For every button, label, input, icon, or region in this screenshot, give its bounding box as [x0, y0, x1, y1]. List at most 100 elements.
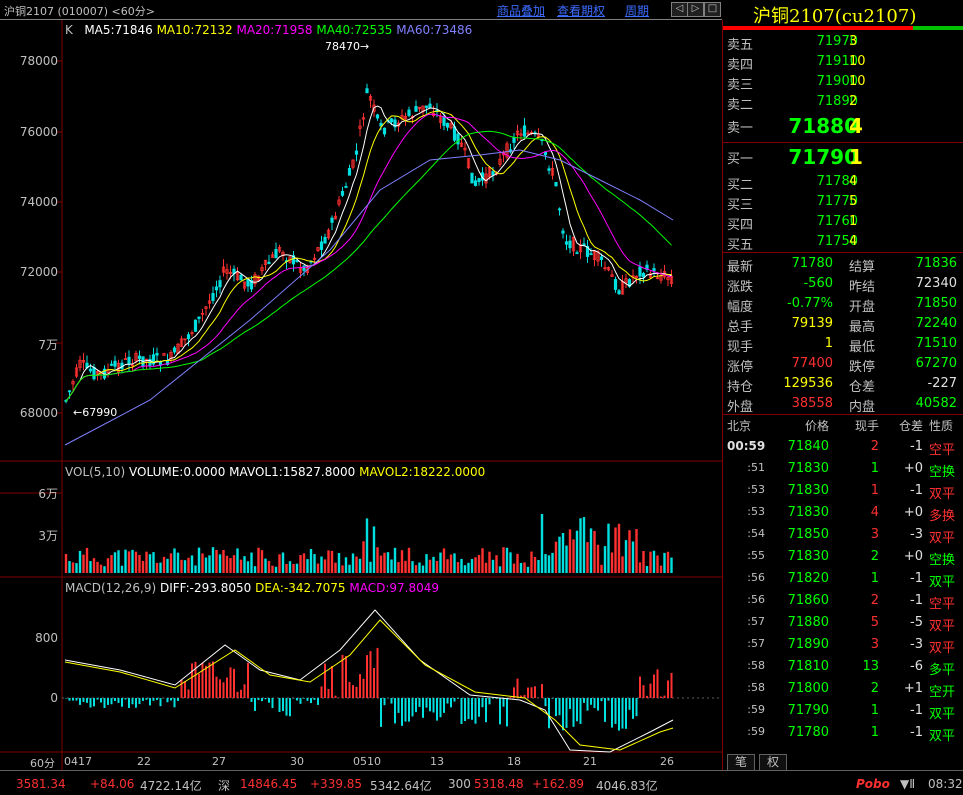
stat-label: 现手 — [727, 336, 753, 355]
macd-bar — [398, 698, 400, 713]
tick-row[interactable]: 00:59718402-1空平 — [723, 436, 963, 458]
ask-row[interactable]: 卖二718902 — [723, 92, 963, 112]
candlestick-chart-svg[interactable] — [0, 20, 722, 770]
bid-row[interactable]: 买二717804 — [723, 172, 963, 192]
volume-bar — [611, 552, 613, 573]
ma5-label: MA5:71846 — [84, 23, 152, 37]
tick-row[interactable]: :53718304+0多换 — [723, 502, 963, 524]
volume-bar — [453, 553, 455, 573]
tick-header: 北京 价格 现手 仓差 性质 — [723, 414, 963, 436]
tick-row[interactable]: :587181013-6多平 — [723, 656, 963, 678]
view-options-button[interactable]: 查看期权 — [557, 2, 605, 19]
volume-bar — [240, 560, 242, 573]
buy-ratio-bar — [723, 26, 913, 30]
macd-bar — [132, 698, 134, 704]
sz-index-amount: 5342.64亿 — [370, 777, 432, 794]
macd-bar — [184, 681, 186, 698]
chart-area[interactable] — [0, 20, 723, 770]
ask-row[interactable]: 卖五719703 — [723, 32, 963, 52]
overlay-button[interactable]: 商品叠加 — [497, 2, 545, 19]
volume-bar — [527, 567, 529, 573]
macd-bar — [258, 698, 260, 700]
best-ask-row[interactable]: 卖一718804 — [723, 114, 963, 140]
bid-row[interactable]: 买四717601 — [723, 212, 963, 232]
stat-value: 77400 — [763, 356, 833, 371]
tick-row[interactable]: :56718201-1双平 — [723, 568, 963, 590]
macd-bar — [384, 698, 386, 705]
volume-bar — [299, 555, 301, 573]
macd-bar — [573, 698, 575, 727]
tick-volume: 2 — [843, 681, 879, 696]
volume-bar — [478, 555, 480, 573]
candle-body — [68, 391, 70, 392]
best-bid-row[interactable]: 买一717901 — [723, 145, 963, 171]
signal-icon: ▼Ⅱ — [900, 777, 915, 791]
macd-bar — [107, 698, 109, 705]
tick-row[interactable]: :55718302+0空换 — [723, 546, 963, 568]
tick-row[interactable]: :57718805-5双平 — [723, 612, 963, 634]
vol-name: VOL(5,10) — [65, 465, 125, 479]
candle-body — [513, 137, 515, 142]
volume-bar — [65, 554, 67, 573]
fullscreen-icon[interactable]: □ — [704, 2, 721, 17]
candle-body — [590, 254, 592, 255]
stat-label: 涨停 — [727, 356, 753, 375]
ask-row[interactable]: 卖三7190010 — [723, 72, 963, 92]
tick-time: :51 — [727, 461, 765, 474]
tick-time: :53 — [727, 505, 765, 518]
candle-body — [331, 218, 333, 222]
csi300-value: 5318.48 — [474, 777, 524, 791]
volume-bar — [387, 552, 389, 573]
tick-row[interactable]: :59717901-1双平 — [723, 700, 963, 722]
macd-bar — [237, 692, 239, 698]
macd-bar — [583, 698, 585, 703]
tick-row[interactable]: :51718301+0空换 — [723, 458, 963, 480]
tick-row[interactable]: :57718903-3双平 — [723, 634, 963, 656]
macd-bar — [125, 698, 127, 699]
volume-bar — [621, 556, 623, 573]
volume-bar — [439, 553, 441, 573]
macd-bar — [611, 698, 613, 728]
macd-bar — [188, 689, 190, 698]
macd-bar — [167, 698, 169, 702]
tick-price: 71790 — [773, 703, 829, 718]
tick-time: :58 — [727, 681, 765, 694]
tick-row[interactable]: :53718301-1双平 — [723, 480, 963, 502]
volume-bar — [628, 530, 630, 573]
scroll-left-icon[interactable]: ◁ — [671, 2, 688, 17]
stat-label: 开盘 — [849, 296, 875, 315]
scroll-right-icon[interactable]: ▷ — [687, 2, 704, 17]
tick-nature: 双平 — [929, 483, 955, 502]
tick-oi-change: -3 — [883, 637, 923, 652]
sh-index-change: +84.06 — [90, 777, 134, 791]
tick-row[interactable]: :54718503-3双平 — [723, 524, 963, 546]
tick-row[interactable]: :56718602-1空平 — [723, 590, 963, 612]
bid-row[interactable]: 买三717705 — [723, 192, 963, 212]
volume-bar — [152, 552, 154, 573]
macd-bar — [412, 698, 414, 716]
volume-bar — [107, 558, 109, 573]
macd-bar — [597, 698, 599, 711]
macd-bar — [429, 698, 431, 711]
volume-bar — [331, 551, 333, 573]
tick-row[interactable]: :58718002+1空开 — [723, 678, 963, 700]
bid-row[interactable]: 买五717504 — [723, 232, 963, 252]
ask-row[interactable]: 卖四7191010 — [723, 52, 963, 72]
ma-legend: K MA5:71846 MA10:72132 MA20:71958 MA40:7… — [65, 23, 472, 37]
volume-bar — [124, 550, 126, 573]
candle-body — [492, 172, 494, 176]
macd-bar — [632, 698, 634, 719]
tick-time: :56 — [727, 571, 765, 584]
volume-bar — [159, 563, 161, 573]
candle-body — [653, 268, 655, 270]
volume-bar — [632, 541, 634, 573]
tick-row[interactable]: :59717801-1双平 — [723, 722, 963, 744]
ma60-label: MA60:73486 — [396, 23, 472, 37]
vol-value: VOLUME:0.0000 — [129, 465, 225, 479]
tick-price: 71830 — [773, 549, 829, 564]
macd-bar — [622, 698, 624, 729]
volume-bar — [383, 553, 385, 573]
volume-bar — [653, 551, 655, 573]
stat-row: 现手1最低71510 — [723, 334, 963, 354]
period-button[interactable]: 周期 — [625, 2, 649, 19]
